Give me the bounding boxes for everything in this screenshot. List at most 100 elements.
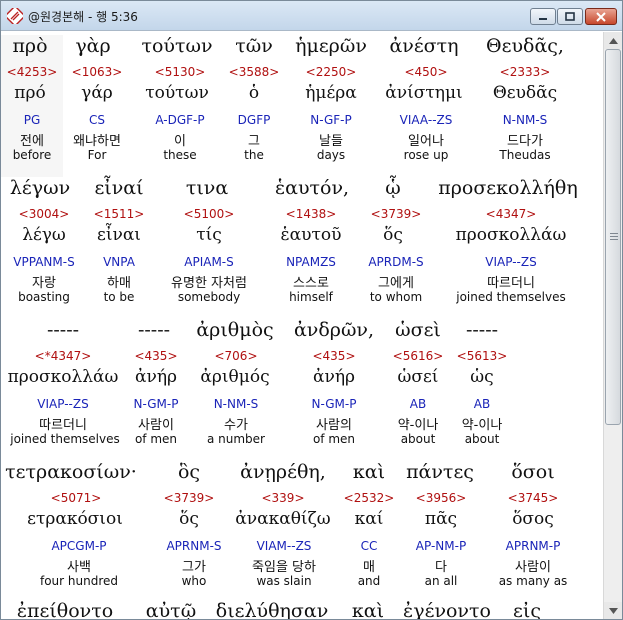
lemma: προσκολλάω	[455, 225, 567, 245]
lemma: ὁ	[248, 83, 260, 103]
morph-code: DGFP	[237, 113, 271, 127]
greek-word[interactable]: αὐτῷ	[131, 600, 211, 619]
english-gloss: of men	[312, 432, 356, 446]
greek-word: ὅσοι	[511, 461, 555, 483]
lemma: καί	[354, 509, 384, 529]
strong-number: <1438>	[285, 207, 337, 221]
interlinear-text-area[interactable]: πρὸ <4253> πρό PG 전에 before γὰρ <1063> γ…	[1, 32, 603, 619]
korean-gloss: 그에게	[378, 276, 414, 291]
strong-number: <3739>	[370, 207, 422, 221]
korean-gloss: 그가	[182, 560, 206, 575]
verse-line: λέγων <3004> λέγω VPPANM-S 자랑 boasting ε…	[1, 177, 603, 319]
morph-code: VIAP--ZS	[37, 397, 89, 411]
morph-code: VNPA	[103, 255, 135, 269]
arrow-up-icon	[608, 37, 618, 44]
korean-gloss: 죽임을 당하	[252, 560, 316, 575]
grip-line	[610, 233, 618, 234]
greek-word: γὰρ	[75, 35, 111, 57]
greek-word: ἀνῃρέθη,	[240, 461, 326, 483]
lemma: λέγω	[22, 225, 66, 245]
lemma: ὅς	[383, 225, 403, 245]
english-gloss: and	[357, 574, 381, 588]
app-logo-icon	[7, 8, 23, 24]
close-icon	[596, 11, 606, 22]
english-gloss: joined themselves	[456, 290, 566, 304]
korean-gloss: 사람이	[515, 560, 551, 575]
lemma: ετρακόσιοι	[27, 509, 123, 529]
lemma: ἀριθμός	[200, 367, 270, 387]
english-gloss: somebody	[177, 290, 241, 304]
english-gloss: a number	[206, 432, 265, 446]
strong-number: <4347>	[485, 207, 537, 221]
english-gloss: these	[163, 148, 197, 162]
strong-number: <3956>	[415, 491, 467, 505]
title-bar[interactable]: @원경본해 - 행 5:36	[1, 1, 622, 31]
scroll-thumb[interactable]	[605, 49, 621, 425]
korean-gloss: 일어나	[408, 134, 444, 149]
english-gloss: For	[87, 148, 107, 162]
greek-word[interactable]: εἰς	[497, 600, 557, 619]
grip-line	[610, 239, 618, 240]
morph-code: N-NM-S	[502, 113, 548, 127]
vertical-scrollbar[interactable]	[603, 32, 622, 619]
grip-line	[610, 236, 618, 237]
morph-code: AB	[409, 397, 427, 411]
arrow-down-icon	[608, 607, 618, 614]
lemma: ἀνακαθίζω	[235, 509, 331, 529]
lemma: ἀνήρ	[135, 367, 177, 387]
greek-word[interactable]: καὶ	[339, 600, 397, 619]
korean-gloss: 이	[174, 134, 186, 149]
english-gloss: about	[400, 432, 436, 446]
lemma: ὡσεί	[397, 367, 439, 387]
english-gloss: who	[181, 574, 207, 588]
lemma: ἑαυτοῦ	[280, 225, 342, 245]
greek-word[interactable]: ἐπείθοντο	[5, 600, 125, 619]
korean-gloss: 사백	[67, 560, 91, 575]
greek-word: εἶναί	[94, 177, 144, 199]
strong-number: <5613>	[456, 349, 508, 363]
korean-gloss: 매	[363, 560, 375, 575]
morph-code: NPAMZS	[286, 255, 336, 269]
strong-number: <706>	[214, 349, 258, 363]
morph-code: PG	[23, 113, 41, 127]
korean-gloss: 유명한 자처럼	[171, 276, 247, 291]
english-gloss: about	[464, 432, 500, 446]
scroll-down-button[interactable]	[604, 602, 622, 619]
english-gloss: to whom	[369, 290, 423, 304]
minimize-button[interactable]	[530, 8, 556, 25]
strong-number: <435>	[312, 349, 356, 363]
strong-number: <3004>	[18, 207, 70, 221]
morph-code: APRNM-P	[505, 539, 561, 553]
morph-code: N-GM-P	[311, 397, 357, 411]
greek-word: -----	[46, 319, 80, 341]
greek-word: λέγων	[9, 177, 71, 199]
verse-line: ἐπείθοντο αὐτῷ διελύθησαν καὶ ἐγένοντο ε…	[1, 600, 603, 619]
greek-word[interactable]: ἐγένοντο	[397, 600, 497, 619]
strong-number: <2532>	[343, 491, 395, 505]
greek-word: τινα	[185, 177, 229, 199]
english-gloss: of men	[134, 432, 178, 446]
maximize-button[interactable]	[557, 8, 583, 25]
lemma: ἀνίστημι	[385, 83, 463, 103]
greek-word[interactable]: διελύθησαν	[211, 600, 333, 619]
korean-gloss: 하매	[107, 276, 131, 291]
morph-code: APRNM-S	[166, 539, 222, 553]
strong-number: <3588>	[228, 65, 280, 79]
strong-number: <5071>	[50, 491, 102, 505]
morph-code: AB	[473, 397, 491, 411]
scroll-up-button[interactable]	[604, 32, 622, 49]
greek-word: ἀνέστη	[389, 35, 459, 57]
english-gloss: as many as	[498, 574, 568, 588]
korean-gloss: 약-이나	[397, 418, 439, 433]
greek-word: τῶν	[235, 35, 273, 57]
korean-gloss: 드다가	[507, 134, 543, 149]
lemma: προσκολλάω	[7, 367, 119, 387]
lemma: ἡμέρα	[305, 83, 357, 103]
morph-code: APRDM-S	[368, 255, 424, 269]
close-button[interactable]	[585, 8, 617, 25]
english-gloss: joined themselves	[10, 432, 120, 446]
greek-word: προσεκολλήθη	[438, 177, 578, 199]
morph-code: N-NM-S	[213, 397, 259, 411]
korean-gloss: 날들	[319, 134, 343, 149]
strong-number: <5616>	[392, 349, 444, 363]
